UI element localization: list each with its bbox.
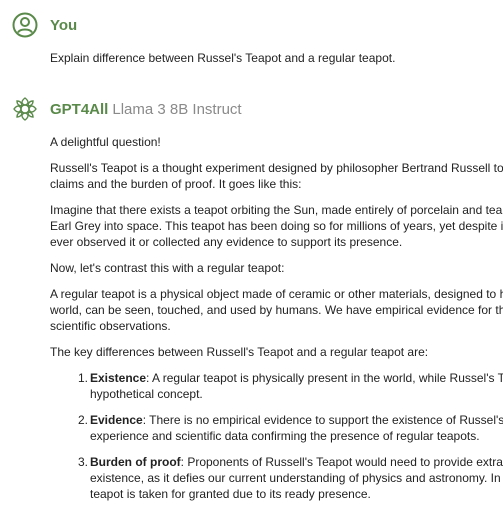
response-paragraph: Imagine that there exists a teapot orbit… [50, 202, 503, 250]
list-text: hypothetical concept. [90, 387, 203, 401]
list-term: Burden of proof [90, 455, 181, 469]
list-item: 2. Evidence: There is no empirical evide… [50, 412, 503, 444]
assistant-name-label: GPT4All [50, 101, 109, 118]
list-text: : A regular teapot is physically present… [146, 371, 503, 385]
assistant-name: GPT4All Llama 3 8B Instruct [50, 101, 242, 118]
response-paragraph: Russell's Teapot is a thought experiment… [50, 160, 503, 192]
list-text: existence, as it defies our current unde… [90, 471, 503, 485]
response-line: Russell's Teapot is a thought experiment… [50, 161, 503, 175]
response-line: Imagine that there exists a teapot orbit… [50, 203, 503, 217]
user-name: You [50, 17, 78, 34]
list-item: 1. Existence: A regular teapot is physic… [50, 370, 503, 402]
response-paragraph: Now, let's contrast this with a regular … [50, 261, 285, 275]
list-text: : There is no empirical evidence to supp… [142, 413, 503, 427]
response-paragraph: A delightful question! [50, 135, 161, 149]
list-text: teapot is taken for granted due to its r… [90, 487, 371, 501]
assistant-response: A delightful question! Russell's Teapot … [50, 134, 503, 512]
list-term: Existence [90, 371, 147, 385]
list-number: 3. [78, 455, 89, 469]
differences-list: 1. Existence: A regular teapot is physic… [50, 370, 503, 502]
list-number: 1. [78, 371, 89, 385]
response-line: world, can be seen, touched, and used by… [50, 303, 503, 317]
list-item: 3. Burden of proof: Proponents of Russel… [50, 454, 503, 502]
response-line: claims and the burden of proof. It goes … [50, 177, 302, 191]
response-line: ever observed it or collected any eviden… [50, 235, 403, 249]
response-line: Earl Grey into space. This teapot has be… [50, 219, 503, 233]
list-term: Evidence [90, 413, 143, 427]
response-line: A regular teapot is a physical object ma… [50, 287, 503, 301]
model-name: Llama 3 8B Instruct [112, 101, 242, 118]
response-line: scientific observations. [50, 319, 171, 333]
response-paragraph: A regular teapot is a physical object ma… [50, 286, 503, 334]
list-text: : Proponents of Russell's Teapot would n… [180, 455, 503, 469]
user-message-text: Explain difference between Russel's Teap… [50, 51, 396, 65]
gpt4all-logo-icon [13, 97, 37, 121]
list-text: experience and scientific data confirmin… [90, 429, 480, 443]
response-paragraph: The key differences between Russell's Te… [50, 345, 429, 359]
user-avatar-icon [12, 12, 38, 38]
list-number: 2. [78, 413, 89, 427]
